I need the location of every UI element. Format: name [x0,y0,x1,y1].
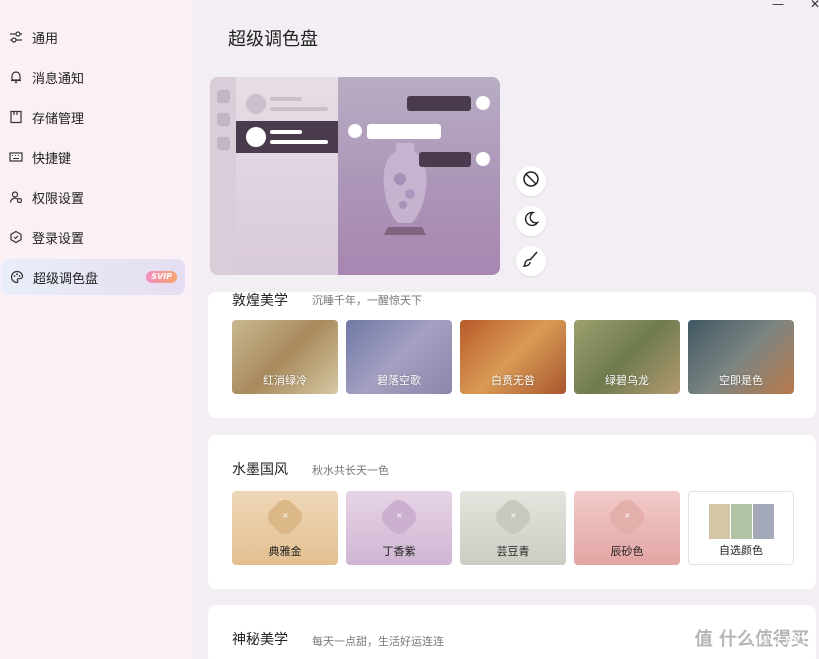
custom-color-tile[interactable]: 自选颜色 [688,491,794,565]
sidebar-item-label: 通用 [32,31,59,47]
sidebar-item-permissions[interactable]: 权限设置 [0,179,184,215]
sidebar-item-super-palette[interactable]: 超级调色盘 SVIP [1,259,185,295]
preview-chat-area [338,77,500,275]
theme-tile[interactable]: 碧落空歌 [346,320,452,394]
user-shield-icon [8,189,24,205]
main-panel: — ✕ 超级调色盘 敦煌美学 沉睡千年，一醒惊天下 红消绿冷 碧落空歌 白贲无咎… [192,0,819,659]
tile-label: 白贲无咎 [491,374,535,387]
sidebar-item-label: 权限设置 [32,191,85,207]
palette-icon [9,269,25,285]
sidebar-item-label: 登录设置 [32,231,85,247]
moon-icon [522,210,540,232]
hexagon-icon [8,229,24,245]
sidebar: 通用 消息通知 存储管理 快捷键 权限设置 登录设置 超级调色盘 SVIP [0,0,192,659]
theme-tile[interactable]: × 芸豆青 [460,491,566,565]
color-swatch [709,504,730,539]
tile-label: 碧落空歌 [377,374,421,387]
close-button[interactable]: ✕ [810,0,819,10]
section-dunhuang: 敦煌美学 沉睡千年，一醒惊天下 红消绿冷 碧落空歌 白贲无咎 绿碧乌龙 空即是色 [208,292,816,418]
keyboard-icon [8,149,24,165]
sliders-icon [8,29,24,45]
disable-icon [522,170,540,192]
theme-tile[interactable]: 红消绿冷 [232,320,338,394]
bell-icon [8,69,24,85]
sidebar-item-label: 超级调色盘 [33,271,99,287]
theme-preview [210,77,500,275]
svip-badge: SVIP [146,271,177,283]
tile-label: 空即是色 [719,374,763,387]
section-subtitle: 秋水共长天一色 [312,464,389,477]
page-title: 超级调色盘 [228,29,318,50]
preview-toolbar [210,77,236,275]
minimize-button[interactable]: — [772,0,784,10]
tile-label: 芸豆青 [496,545,530,558]
section-title: 水墨国风 [232,462,288,478]
theme-tile[interactable]: × 辰砂色 [574,491,680,565]
preview-list-item-selected [236,121,338,153]
custom-brush-button[interactable] [516,246,546,276]
tile-label: 红消绿冷 [263,374,307,387]
tile-label: 丁香紫 [382,545,416,558]
section-subtitle: 沉睡千年，一醒惊天下 [312,294,422,307]
section-ink-style: 水墨国风 秋水共长天一色 × 典雅金 × 丁香紫 × 芸豆青 × 辰砂色 自选颜… [208,435,816,589]
storage-icon [8,109,24,125]
theme-tile[interactable]: 空即是色 [688,320,794,394]
sidebar-item-label: 消息通知 [32,71,85,87]
section-title: 神秘美学 [232,632,288,648]
section-subtitle: 每天一点甜，生活好运连连 [312,635,444,648]
sidebar-item-shortcuts[interactable]: 快捷键 [0,139,184,175]
preview-list-item [236,87,338,121]
sidebar-item-label: 存储管理 [32,111,85,127]
sidebar-item-notifications[interactable]: 消息通知 [0,59,184,95]
color-swatch [731,504,752,539]
tile-label: 自选颜色 [719,544,763,557]
tile-label: 典雅金 [268,545,302,558]
watermark-url: SMYZ.NET [750,634,807,647]
theme-tile[interactable]: × 丁香紫 [346,491,452,565]
brush-icon [522,250,540,272]
dark-mode-button[interactable] [516,206,546,236]
sidebar-item-general[interactable]: 通用 [0,19,184,55]
theme-tile[interactable]: × 典雅金 [232,491,338,565]
sidebar-item-storage[interactable]: 存储管理 [0,99,184,135]
section-title: 敦煌美学 [232,293,288,309]
disable-theme-button[interactable] [516,166,546,196]
sidebar-item-label: 快捷键 [32,151,72,167]
sidebar-item-login[interactable]: 登录设置 [0,219,184,255]
theme-tile[interactable]: 白贲无咎 [460,320,566,394]
tile-label: 辰砂色 [610,545,644,558]
color-swatch [753,504,774,539]
tile-label: 绿碧乌龙 [605,374,649,387]
theme-tile[interactable]: 绿碧乌龙 [574,320,680,394]
